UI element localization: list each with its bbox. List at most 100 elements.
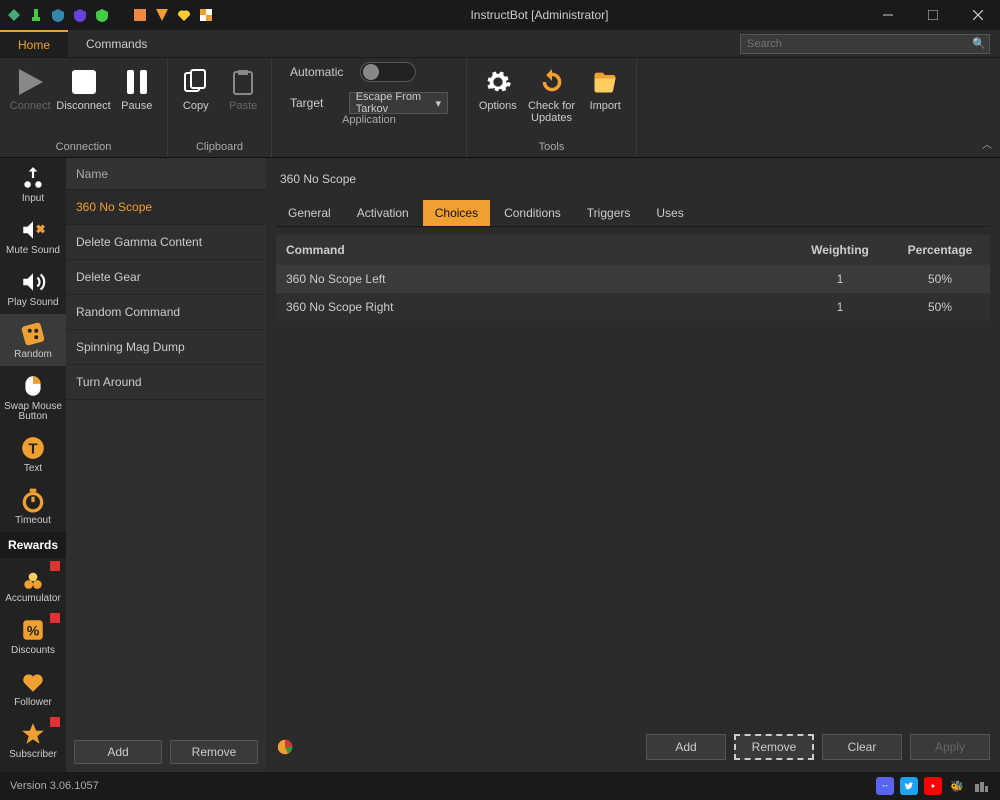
sidebar-item-text[interactable]: TText bbox=[0, 428, 66, 480]
tab-activation[interactable]: Activation bbox=[345, 200, 421, 226]
minimize-button[interactable] bbox=[865, 0, 910, 30]
sidebar-item-accumulator[interactable]: Accumulator bbox=[0, 558, 66, 610]
table-row[interactable]: 360 No Scope Left150% bbox=[276, 265, 990, 293]
gear-icon bbox=[482, 66, 514, 98]
col-weighting[interactable]: Weighting bbox=[790, 235, 890, 265]
svg-text:%: % bbox=[27, 622, 40, 638]
search-icon[interactable]: 🔍 bbox=[969, 37, 989, 50]
sidebar-item-label: Subscriber bbox=[9, 750, 57, 760]
table-row[interactable]: 360 No Scope Right150% bbox=[276, 293, 990, 321]
cell-weighting: 1 bbox=[790, 293, 890, 321]
notification-badge bbox=[50, 613, 60, 623]
pie-chart-icon[interactable] bbox=[276, 738, 294, 756]
command-remove-button[interactable]: Remove bbox=[170, 740, 258, 764]
play-icon bbox=[14, 66, 46, 98]
sidebar-item-label: Timeout bbox=[15, 516, 51, 526]
qa-icon-3[interactable] bbox=[50, 7, 66, 23]
sidebar-item-discounts[interactable]: %Discounts bbox=[0, 610, 66, 662]
command-item[interactable]: Delete Gear bbox=[66, 260, 266, 295]
ribbon-group-label: Tools bbox=[473, 141, 630, 155]
play-icon bbox=[19, 268, 47, 296]
status-icon-1[interactable]: 🐝 bbox=[948, 777, 966, 795]
qa-icon-5[interactable] bbox=[94, 7, 110, 23]
command-item[interactable]: 360 No Scope bbox=[66, 190, 266, 225]
qa-icon-7[interactable] bbox=[154, 7, 170, 23]
tab-general[interactable]: General bbox=[276, 200, 343, 226]
sidebar-item-swap-mouse-button[interactable]: Swap Mouse Button bbox=[0, 366, 66, 428]
maximize-button[interactable] bbox=[910, 0, 955, 30]
sidebar-item-label: Mute Sound bbox=[6, 246, 60, 256]
sidebar-item-play-sound[interactable]: Play Sound bbox=[0, 262, 66, 314]
ribbon-group-label: Application bbox=[278, 114, 460, 128]
sidebar-item-label: Text bbox=[24, 464, 42, 474]
search-box[interactable]: 🔍 bbox=[740, 34, 990, 54]
cell-command: 360 No Scope Left bbox=[276, 265, 790, 293]
search-input[interactable] bbox=[741, 38, 969, 50]
heart-icon bbox=[19, 668, 47, 696]
tab-triggers[interactable]: Triggers bbox=[575, 200, 643, 226]
target-value: Escape From Tarkov bbox=[356, 91, 436, 115]
sidebar-item-follower[interactable]: Follower bbox=[0, 662, 66, 714]
col-command[interactable]: Command bbox=[276, 235, 790, 265]
options-button[interactable]: Options bbox=[473, 62, 523, 112]
pause-button[interactable]: Pause bbox=[113, 62, 162, 112]
command-item[interactable]: Random Command bbox=[66, 295, 266, 330]
qa-icon-6[interactable] bbox=[132, 7, 148, 23]
dice-icon bbox=[19, 320, 47, 348]
connect-button[interactable]: Connect bbox=[6, 62, 55, 112]
detail-add-button[interactable]: Add bbox=[646, 734, 726, 760]
qa-icon-4[interactable] bbox=[72, 7, 88, 23]
copy-button[interactable]: Copy bbox=[174, 62, 218, 112]
ribbon: Connect Disconnect Pause Connection Copy… bbox=[0, 58, 1000, 158]
command-item[interactable]: Spinning Mag Dump bbox=[66, 330, 266, 365]
sidebar-item-label: Swap Mouse Button bbox=[2, 402, 64, 422]
tab-conditions[interactable]: Conditions bbox=[492, 200, 573, 226]
status-icon-2[interactable] bbox=[972, 777, 990, 795]
twitter-icon[interactable] bbox=[900, 777, 918, 795]
tab-choices[interactable]: Choices bbox=[423, 200, 490, 226]
close-button[interactable] bbox=[955, 0, 1000, 30]
paste-icon bbox=[227, 66, 259, 98]
detail-apply-button[interactable]: Apply bbox=[910, 734, 990, 760]
tab-uses[interactable]: Uses bbox=[644, 200, 695, 226]
target-label: Target bbox=[290, 96, 337, 110]
sidebar-item-input[interactable]: Input bbox=[0, 158, 66, 210]
import-button[interactable]: Import bbox=[580, 62, 630, 112]
automatic-toggle[interactable] bbox=[360, 62, 416, 82]
qa-icon-1[interactable] bbox=[6, 7, 22, 23]
youtube-icon[interactable] bbox=[924, 777, 942, 795]
paste-button[interactable]: Paste bbox=[222, 62, 266, 112]
sidebar-item-random[interactable]: Random bbox=[0, 314, 66, 366]
sidebar-item-label: Accumulator bbox=[5, 594, 61, 604]
sidebar-item-timeout[interactable]: Timeout bbox=[0, 480, 66, 532]
disconnect-button[interactable]: Disconnect bbox=[59, 62, 109, 112]
ribbon-group-connection: Connect Disconnect Pause Connection bbox=[0, 58, 168, 157]
cell-command: 360 No Scope Right bbox=[276, 293, 790, 321]
col-percentage[interactable]: Percentage bbox=[890, 235, 990, 265]
collapse-ribbon-icon[interactable]: ︿ bbox=[982, 136, 992, 151]
ribbon-group-tools: Options Check for Updates Import Tools bbox=[467, 58, 637, 157]
detail-title: 360 No Scope bbox=[276, 164, 990, 200]
detail-clear-button[interactable]: Clear bbox=[822, 734, 902, 760]
version-label: Version 3.06.1057 bbox=[10, 780, 99, 792]
check-updates-button[interactable]: Check for Updates bbox=[527, 62, 577, 124]
notification-badge bbox=[50, 717, 60, 727]
discord-icon[interactable] bbox=[876, 777, 894, 795]
qa-icon-9[interactable] bbox=[198, 7, 214, 23]
command-item[interactable]: Turn Around bbox=[66, 365, 266, 400]
command-add-button[interactable]: Add bbox=[74, 740, 162, 764]
ribbon-group-label: Connection bbox=[6, 141, 161, 155]
detail-remove-button[interactable]: Remove bbox=[734, 734, 814, 760]
menu-tab-home[interactable]: Home bbox=[0, 30, 68, 57]
sidebar-item-mute-sound[interactable]: Mute Sound bbox=[0, 210, 66, 262]
target-dropdown[interactable]: Escape From Tarkov ▾ bbox=[349, 92, 448, 114]
timer-icon bbox=[19, 486, 47, 514]
choices-table: Command Weighting Percentage 360 No Scop… bbox=[276, 235, 990, 321]
command-item[interactable]: Delete Gamma Content bbox=[66, 225, 266, 260]
qa-icon-2[interactable] bbox=[28, 7, 44, 23]
status-icons: 🐝 bbox=[876, 777, 990, 795]
sidebar-item-subscriber[interactable]: Subscriber bbox=[0, 714, 66, 766]
qa-icon-8[interactable] bbox=[176, 7, 192, 23]
sidebar-item-label: Random bbox=[14, 350, 52, 360]
menu-tab-commands[interactable]: Commands bbox=[68, 30, 165, 57]
